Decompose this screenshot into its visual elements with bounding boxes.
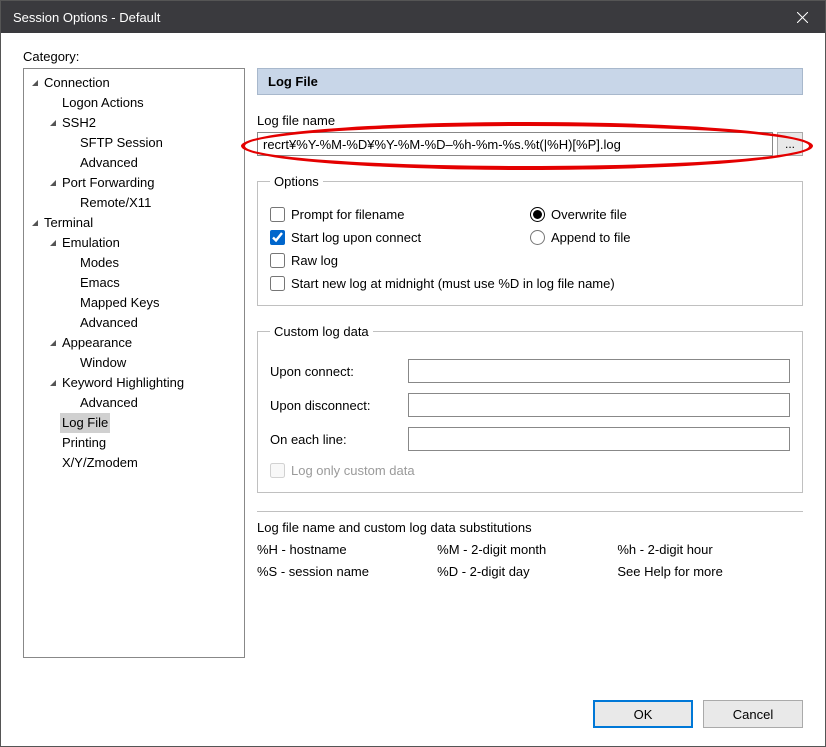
- upon-disconnect-input[interactable]: [408, 393, 790, 417]
- tree-item-ssh2[interactable]: SSH2: [24, 113, 244, 133]
- prompt-filename-label: Prompt for filename: [291, 207, 404, 222]
- only-custom-checkbox: [270, 463, 285, 478]
- tree-item-label: SSH2: [60, 113, 98, 133]
- tree-item-label: Window: [78, 353, 128, 373]
- cancel-button[interactable]: Cancel: [703, 700, 803, 728]
- chevron-down-icon[interactable]: [28, 219, 42, 227]
- append-radio[interactable]: [530, 230, 545, 245]
- tree-item-label: Advanced: [78, 153, 140, 173]
- tree-item-logon-actions[interactable]: Logon Actions: [24, 93, 244, 113]
- tree-item-emacs[interactable]: Emacs: [24, 273, 244, 293]
- custom-log-group: Custom log data Upon connect: Upon disco…: [257, 324, 803, 493]
- tree-item-label: Terminal: [42, 213, 95, 233]
- tree-item-appearance[interactable]: Appearance: [24, 333, 244, 353]
- tree-item-port-forwarding[interactable]: Port Forwarding: [24, 173, 244, 193]
- tree-item-printing[interactable]: Printing: [24, 433, 244, 453]
- tree-item-sftp-session[interactable]: SFTP Session: [24, 133, 244, 153]
- overwrite-radio[interactable]: [530, 207, 545, 222]
- append-label: Append to file: [551, 230, 631, 245]
- raw-log-label: Raw log: [291, 253, 338, 268]
- tree-item-label: Emacs: [78, 273, 122, 293]
- custom-log-legend: Custom log data: [270, 324, 373, 339]
- tree-item-modes[interactable]: Modes: [24, 253, 244, 273]
- ok-button[interactable]: OK: [593, 700, 693, 728]
- tree-item-label: Logon Actions: [60, 93, 146, 113]
- sub-s: %S - session name: [257, 561, 437, 583]
- tree-item-emulation[interactable]: Emulation: [24, 233, 244, 253]
- midnight-label: Start new log at midnight (must use %D i…: [291, 276, 615, 291]
- logfile-name-label: Log file name: [257, 113, 803, 128]
- category-label: Category:: [23, 49, 803, 64]
- midnight-checkbox[interactable]: [270, 276, 285, 291]
- each-line-label: On each line:: [270, 432, 400, 447]
- prompt-filename-checkbox[interactable]: [270, 207, 285, 222]
- tree-item-label: Port Forwarding: [60, 173, 156, 193]
- browse-button[interactable]: ...: [777, 132, 803, 156]
- logfile-name-input[interactable]: [257, 132, 773, 156]
- tree-item-mapped-keys[interactable]: Mapped Keys: [24, 293, 244, 313]
- sub-help: See Help for more: [617, 561, 797, 583]
- each-line-input[interactable]: [408, 427, 790, 451]
- sub-m: %M - 2-digit month: [437, 539, 617, 561]
- tree-item-label: X/Y/Zmodem: [60, 453, 140, 473]
- tree-item-advanced[interactable]: Advanced: [24, 393, 244, 413]
- tree-item-label: Connection: [42, 73, 112, 93]
- tree-item-log-file[interactable]: Log File: [24, 413, 244, 433]
- chevron-down-icon[interactable]: [46, 379, 60, 387]
- upon-disconnect-label: Upon disconnect:: [270, 398, 400, 413]
- raw-log-checkbox[interactable]: [270, 253, 285, 268]
- category-tree[interactable]: ConnectionLogon ActionsSSH2SFTP SessionA…: [23, 68, 245, 658]
- tree-item-label: Remote/X11: [78, 193, 153, 213]
- close-button[interactable]: [779, 1, 825, 33]
- upon-connect-input[interactable]: [408, 359, 790, 383]
- chevron-down-icon[interactable]: [46, 119, 60, 127]
- tree-item-x-y-zmodem[interactable]: X/Y/Zmodem: [24, 453, 244, 473]
- sub-d: %D - 2-digit day: [437, 561, 617, 583]
- tree-item-window[interactable]: Window: [24, 353, 244, 373]
- substitutions-title: Log file name and custom log data substi…: [257, 520, 803, 535]
- tree-item-label: SFTP Session: [78, 133, 165, 153]
- panel-heading: Log File: [257, 68, 803, 95]
- tree-item-label: Keyword Highlighting: [60, 373, 186, 393]
- tree-item-label: Log File: [60, 413, 110, 433]
- tree-item-keyword-highlighting[interactable]: Keyword Highlighting: [24, 373, 244, 393]
- titlebar: Session Options - Default: [1, 1, 825, 33]
- chevron-down-icon[interactable]: [28, 79, 42, 87]
- options-group: Options Prompt for filename Start log up…: [257, 174, 803, 306]
- window-title: Session Options - Default: [13, 10, 160, 25]
- tree-item-connection[interactable]: Connection: [24, 73, 244, 93]
- start-log-checkbox[interactable]: [270, 230, 285, 245]
- chevron-down-icon[interactable]: [46, 239, 60, 247]
- tree-item-label: Emulation: [60, 233, 122, 253]
- upon-connect-label: Upon connect:: [270, 364, 400, 379]
- overwrite-label: Overwrite file: [551, 207, 627, 222]
- chevron-down-icon[interactable]: [46, 339, 60, 347]
- start-log-label: Start log upon connect: [291, 230, 421, 245]
- tree-item-label: Modes: [78, 253, 121, 273]
- close-icon: [797, 12, 808, 23]
- sub-h: %H - hostname: [257, 539, 437, 561]
- sub-hh: %h - 2-digit hour: [617, 539, 797, 561]
- tree-item-label: Advanced: [78, 393, 140, 413]
- tree-item-label: Printing: [60, 433, 108, 453]
- tree-item-advanced[interactable]: Advanced: [24, 313, 244, 333]
- options-legend: Options: [270, 174, 323, 189]
- tree-item-remote-x11[interactable]: Remote/X11: [24, 193, 244, 213]
- chevron-down-icon[interactable]: [46, 179, 60, 187]
- substitutions-section: Log file name and custom log data substi…: [257, 511, 803, 583]
- tree-item-advanced[interactable]: Advanced: [24, 153, 244, 173]
- settings-panel: Log File Log file name ... Options Promp…: [257, 68, 803, 658]
- tree-item-label: Advanced: [78, 313, 140, 333]
- tree-item-terminal[interactable]: Terminal: [24, 213, 244, 233]
- only-custom-label: Log only custom data: [291, 463, 415, 478]
- tree-item-label: Appearance: [60, 333, 134, 353]
- tree-item-label: Mapped Keys: [78, 293, 162, 313]
